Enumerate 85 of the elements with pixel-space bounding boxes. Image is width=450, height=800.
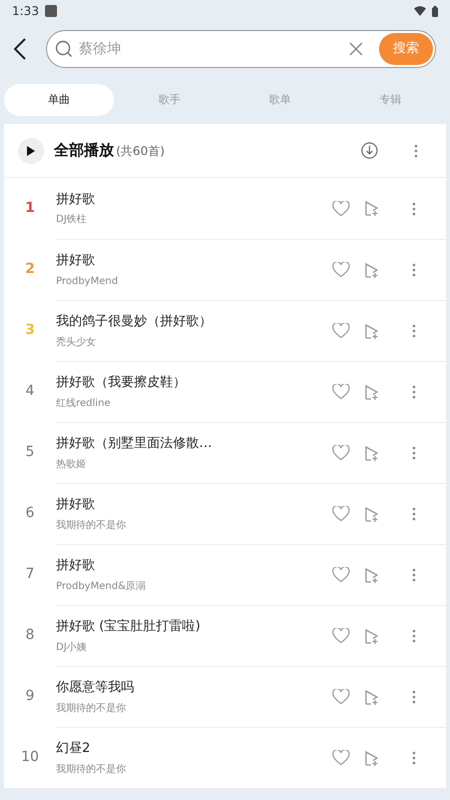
rank-number: 5: [26, 443, 34, 462]
song-row[interactable]: 3 我的鸽子很曼妙（拼好歌） 秃头少女: [4, 300, 446, 361]
artist-name: DJ小姨: [56, 640, 88, 655]
play-all-button[interactable]: [18, 138, 44, 164]
rank-number: 6: [26, 504, 34, 523]
song-row[interactable]: 5 拼好歌（别墅里面法修散… 热歌姬: [4, 422, 446, 483]
tab[interactable]: 单曲: [4, 84, 114, 116]
play-plus-icon[interactable]: [364, 200, 380, 217]
rank-number: 4: [26, 382, 34, 401]
song-title: 你愿意等我吗: [56, 679, 135, 698]
rank-number: 9: [26, 687, 34, 706]
song-row[interactable]: 1 拼好歌 DJ铁柱: [4, 178, 446, 239]
wifi-icon: [414, 6, 426, 16]
play-plus-icon[interactable]: [364, 444, 380, 462]
song-row[interactable]: 2 拼好歌 ProdbyMend: [4, 239, 446, 300]
heart-icon[interactable]: [332, 567, 350, 583]
play-plus-icon[interactable]: [364, 750, 380, 766]
song-title: 拼好歌: [56, 496, 96, 514]
heart-icon[interactable]: [332, 628, 350, 644]
rank-number: 2: [25, 260, 35, 279]
rank-number: 1: [25, 199, 35, 218]
song-title: 拼好歌: [56, 190, 96, 209]
song-row[interactable]: 4 拼好歌（我要擦皮鞋） 红线redline: [4, 361, 446, 422]
more-icon[interactable]: [414, 144, 418, 158]
song-row[interactable]: 7 拼好歌 ProdbyMend&原溺: [4, 544, 446, 605]
play-plus-icon[interactable]: [364, 688, 380, 706]
notification-icon: [44, 5, 57, 17]
song-title: 拼好歌（我要擦皮鞋）: [56, 374, 187, 392]
heart-icon[interactable]: [332, 323, 350, 339]
battery-icon: [432, 6, 438, 16]
more-icon[interactable]: [412, 324, 416, 338]
play-plus-icon[interactable]: [364, 384, 380, 400]
more-icon[interactable]: [412, 507, 416, 521]
heart-icon[interactable]: [332, 445, 350, 461]
heart-icon[interactable]: [332, 506, 350, 522]
heart-icon[interactable]: [332, 384, 350, 400]
download-icon[interactable]: [361, 142, 378, 159]
artist-name: 我期待的不是你: [56, 702, 127, 716]
search-value: 蔡徐坤: [79, 40, 122, 58]
play-all-label[interactable]: 全部播放: [54, 139, 114, 162]
song-title: 拼好歌 (宝宝肚肚打雷啦): [56, 618, 202, 636]
heart-icon[interactable]: [332, 750, 350, 766]
play-plus-icon[interactable]: [364, 628, 380, 644]
more-icon[interactable]: [412, 385, 416, 399]
artist-name: 我期待的不是你: [56, 762, 127, 777]
heart-icon[interactable]: [332, 262, 350, 278]
back-icon[interactable]: [14, 38, 26, 60]
song-title: 幻昼2: [56, 740, 92, 758]
artist-name: 我期待的不是你: [56, 518, 127, 533]
song-row[interactable]: 6 拼好歌 我期待的不是你: [4, 483, 446, 544]
clear-icon[interactable]: [349, 42, 363, 56]
song-title: 拼好歌: [56, 252, 96, 270]
song-title: 拼好歌（别墅里面法修散…: [56, 435, 213, 454]
song-row[interactable]: 9 你愿意等我吗 我期待的不是你: [4, 666, 446, 727]
search-icon: [55, 40, 73, 58]
play-plus-icon[interactable]: [364, 506, 380, 522]
more-icon[interactable]: [412, 202, 416, 216]
artist-name: ProdbyMend: [56, 274, 119, 289]
song-title: 拼好歌: [56, 557, 96, 576]
heart-icon[interactable]: [332, 689, 350, 705]
artist-name: 热歌姬: [56, 458, 87, 472]
artist-name: DJ铁柱: [56, 212, 88, 228]
more-icon[interactable]: [412, 446, 416, 460]
status-time: 1:33: [12, 3, 39, 20]
more-icon[interactable]: [412, 568, 416, 582]
play-plus-icon[interactable]: [364, 322, 380, 340]
play-icon: [27, 146, 35, 156]
rank-number: 3: [25, 321, 35, 340]
rank-number: 7: [26, 565, 34, 584]
song-row[interactable]: 8 拼好歌 (宝宝肚肚打雷啦) DJ小姨: [4, 605, 446, 666]
more-icon[interactable]: [412, 690, 416, 704]
more-icon[interactable]: [412, 629, 416, 643]
play-plus-icon[interactable]: [364, 262, 380, 278]
rank-number: 8: [26, 626, 34, 645]
artist-name: ProdbyMend&原溺: [56, 580, 147, 594]
heart-icon[interactable]: [332, 200, 350, 216]
artist-name: 秃头少女: [56, 336, 97, 350]
play-plus-icon[interactable]: [364, 566, 380, 584]
artist-name: 红线redline: [56, 396, 112, 411]
more-icon[interactable]: [412, 263, 416, 277]
song-title: 我的鸽子很曼妙（拼好歌）: [56, 313, 213, 332]
more-icon[interactable]: [412, 751, 416, 765]
song-count: (共60首): [116, 142, 165, 160]
song-row[interactable]: 10 幻昼2 我期待的不是你: [4, 727, 446, 788]
rank-number: 10: [21, 748, 39, 767]
